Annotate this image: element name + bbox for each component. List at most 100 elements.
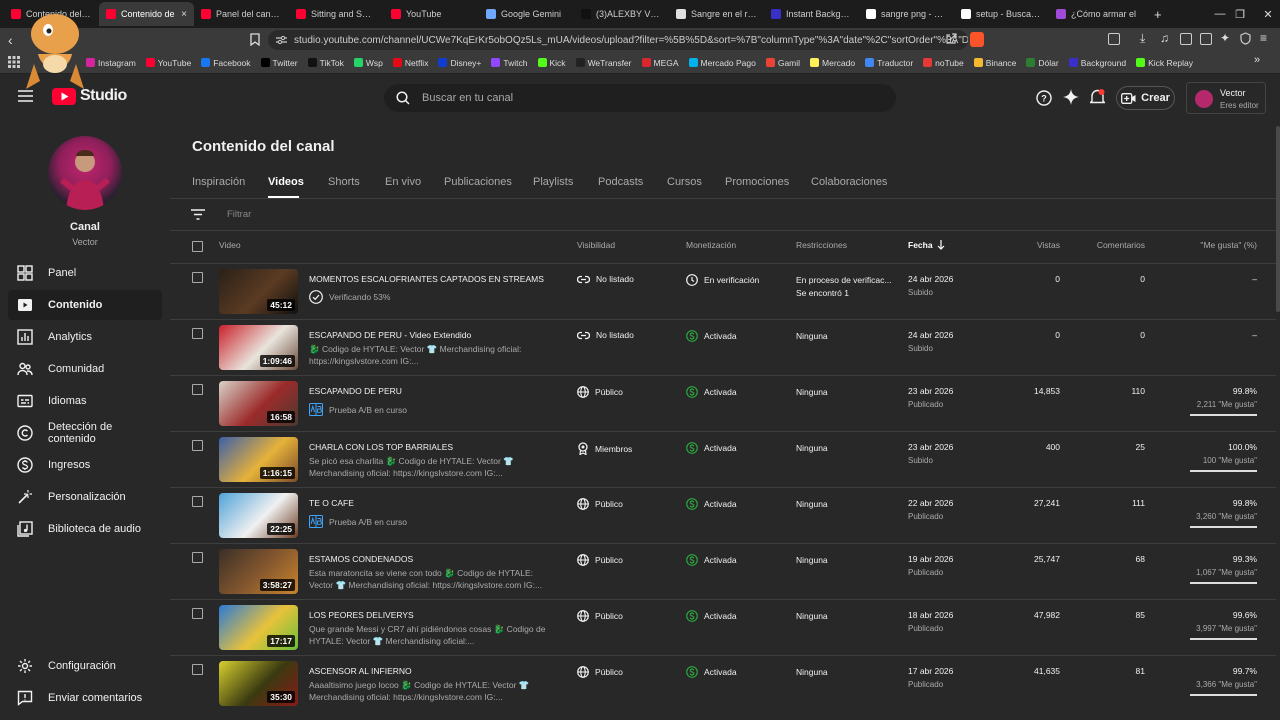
video-thumbnail[interactable]: 35:30	[219, 661, 298, 706]
media-icon[interactable]: ♫	[1160, 31, 1169, 45]
column-header-monetization[interactable]: Monetización	[686, 240, 736, 250]
video-title[interactable]: ESTAMOS CONDENADOS	[309, 554, 413, 564]
monetization-status[interactable]: Activada	[686, 330, 737, 342]
filter-icon[interactable]	[191, 209, 205, 220]
new-tab-button[interactable]: +	[1144, 7, 1172, 22]
apps-grid-icon[interactable]	[8, 56, 20, 68]
bookmark-item[interactable]: noTube	[923, 58, 964, 68]
help-icon[interactable]: ?	[1036, 90, 1052, 106]
sidebar-item-comunidad[interactable]: Comunidad	[8, 354, 162, 384]
browser-tab[interactable]: Sangre en el rost	[669, 2, 764, 26]
bookmark-item[interactable]: TikTok	[307, 58, 344, 68]
select-all-checkbox[interactable]	[192, 241, 203, 252]
table-row[interactable]: 35:30 ASCENSOR AL INFIERNO Aaaaltisimo jue…	[170, 655, 1276, 711]
row-checkbox[interactable]	[192, 608, 203, 619]
video-thumbnail[interactable]: 17:17	[219, 605, 298, 650]
tab-close-icon[interactable]: ×	[181, 9, 187, 20]
visibility-dropdown[interactable]: No listado	[577, 330, 634, 340]
video-title[interactable]: CHARLA CON LOS TOP BARRIALES	[309, 442, 453, 452]
tab-publicaciones[interactable]: Publicaciones	[444, 176, 512, 188]
comments-count[interactable]: 111	[1132, 498, 1145, 508]
monetization-status[interactable]: Activada	[686, 442, 737, 454]
wallet-icon[interactable]	[1200, 33, 1212, 45]
row-checkbox[interactable]	[192, 272, 203, 283]
sparkle-ai-icon[interactable]	[1063, 89, 1079, 105]
sidebar-item-idiomas[interactable]: Idiomas	[8, 386, 162, 416]
monetization-status[interactable]: Activada	[686, 498, 737, 510]
video-title[interactable]: ESCAPANDO DE PERU	[309, 386, 402, 396]
more-bookmarks-icon[interactable]: »	[1254, 54, 1260, 66]
tab-promociones[interactable]: Promociones	[725, 176, 789, 188]
browser-tab[interactable]: setup - Buscar co	[954, 2, 1049, 26]
table-row[interactable]: 1:09:46 ESCAPANDO DE PERU - Video Extendi…	[170, 319, 1276, 375]
bookmark-item[interactable]: Wsp	[353, 58, 383, 68]
monetization-status[interactable]: Activada	[686, 610, 737, 622]
bookmark-item[interactable]: Kick Replay	[1136, 58, 1193, 68]
download-icon[interactable]: ⤓	[1140, 31, 1145, 46]
column-header-date[interactable]: Fecha	[908, 240, 945, 250]
scrollbar[interactable]	[1276, 122, 1280, 720]
browser-tab[interactable]: YouTube	[384, 2, 479, 26]
comments-count[interactable]: 0	[1140, 274, 1145, 284]
tab-inspiración[interactable]: Inspiración	[192, 176, 245, 188]
video-thumbnail[interactable]: 16:58	[219, 381, 298, 426]
bookmark-item[interactable]: MEGA	[641, 58, 679, 68]
browser-tab[interactable]: Panel del canal -	[194, 2, 289, 26]
bookmark-item[interactable]: Mercado Pago	[688, 58, 756, 68]
bookmark-item[interactable]: Twitter	[260, 58, 298, 68]
bookmark-item[interactable]: Background	[1068, 58, 1126, 68]
monetization-status[interactable]: Activada	[686, 386, 737, 398]
site-settings-icon[interactable]	[276, 35, 287, 45]
video-thumbnail[interactable]: 45:12	[219, 269, 298, 314]
visibility-dropdown[interactable]: Público	[577, 666, 623, 678]
table-row[interactable]: 3:58:27 ESTAMOS CONDENADOS Esta maratoncit…	[170, 543, 1276, 599]
sidebar-item-feedback[interactable]: Enviar comentarios	[8, 683, 162, 713]
comments-count[interactable]: 68	[1136, 554, 1145, 564]
restrictions-cell[interactable]: Ninguna	[796, 386, 894, 399]
close-window-button[interactable]: ✕	[1248, 0, 1280, 28]
bookmark-item[interactable]: Mercado	[810, 58, 855, 68]
bookmark-item[interactable]: Kick	[537, 58, 566, 68]
video-thumbnail[interactable]: 1:09:46	[219, 325, 298, 370]
leo-ai-icon[interactable]: ✦	[1220, 31, 1230, 45]
column-header-restrictions[interactable]: Restricciones	[796, 240, 847, 250]
tab-shorts[interactable]: Shorts	[328, 176, 360, 188]
menu-icon[interactable]: ≡	[1260, 31, 1267, 45]
account-switcher[interactable]: Vector Eres editor	[1186, 82, 1266, 114]
comments-count[interactable]: 81	[1136, 666, 1145, 676]
table-row[interactable]: 1:16:15 CHARLA CON LOS TOP BARRIALES Se pi…	[170, 431, 1276, 487]
comments-count[interactable]: 85	[1136, 610, 1145, 620]
sidebar-item-detección-de-contenido[interactable]: Detección de contenido	[8, 418, 162, 448]
column-header-comments[interactable]: Comentarios	[1097, 240, 1145, 250]
vpn-shield-icon[interactable]	[1240, 32, 1251, 45]
screenshot-icon[interactable]	[1108, 33, 1120, 45]
video-thumbnail[interactable]: 1:16:15	[219, 437, 298, 482]
comments-count[interactable]: 110	[1131, 386, 1145, 396]
monetization-status[interactable]: Activada	[686, 554, 737, 566]
bookmark-item[interactable]: Binance	[973, 58, 1016, 68]
browser-tab[interactable]: ¿Cómo armar el	[1049, 2, 1144, 26]
visibility-dropdown[interactable]: No listado	[577, 274, 634, 284]
row-checkbox[interactable]	[192, 384, 203, 395]
column-header-views[interactable]: Vistas	[1037, 240, 1060, 250]
restrictions-cell[interactable]: Ninguna	[796, 554, 894, 567]
browser-tab[interactable]: Sitting and Smilin	[289, 2, 384, 26]
restrictions-cell[interactable]: Ninguna	[796, 666, 894, 679]
table-row[interactable]: 45:12 MOMENTOS ESCALOFRIANTES CAPTADOS EN…	[170, 263, 1276, 319]
bookmark-item[interactable]: WeTransfer	[575, 58, 632, 68]
tab-videos[interactable]: Videos	[268, 176, 304, 188]
channel-search-input[interactable]: Buscar en tu canal	[384, 84, 896, 112]
table-row[interactable]: 17:17 LOS PEORES DELIVERYS Que grande Mess…	[170, 599, 1276, 655]
visibility-dropdown[interactable]: Miembros	[577, 442, 632, 455]
row-checkbox[interactable]	[192, 440, 203, 451]
restrictions-cell[interactable]: Ninguna	[796, 330, 894, 343]
sidebar-toggle-icon[interactable]	[1180, 33, 1192, 45]
video-title[interactable]: LOS PEORES DELIVERYS	[309, 610, 414, 620]
brave-shield-icon[interactable]	[970, 32, 984, 47]
restrictions-cell[interactable]: En proceso de verificac... Se encontró 1	[796, 274, 894, 300]
video-title[interactable]: TE O CAFE	[309, 498, 354, 508]
table-row[interactable]: 22:25 TE O CAFE Prueba A/B en curso Público…	[170, 487, 1276, 543]
tab-colaboraciones[interactable]: Colaboraciones	[811, 176, 887, 188]
bookmark-item[interactable]: Twitch	[491, 58, 528, 68]
visibility-dropdown[interactable]: Público	[577, 610, 623, 622]
